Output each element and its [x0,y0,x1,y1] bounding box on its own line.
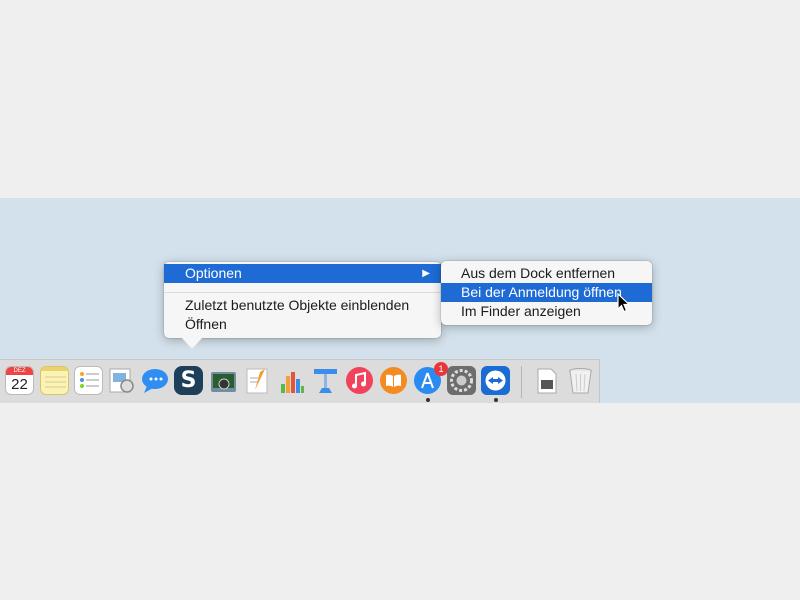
trash-icon[interactable] [566,366,595,395]
mouse-cursor-icon [617,293,631,313]
menu-item-label: Öffnen [185,316,227,332]
menu-item-open[interactable]: Öffnen [164,315,441,334]
pages-icon[interactable] [243,366,272,395]
teamviewer-icon[interactable] [481,366,510,395]
messages-icon[interactable] [141,366,170,395]
numbers-icon[interactable] [277,366,306,395]
dock-context-menu: Optionen ▶ Zuletzt benutzte Objekte einb… [164,262,441,338]
downloads-icon[interactable] [532,366,561,395]
dock-separator [521,366,522,398]
notes-icon[interactable] [40,366,69,395]
calendar-icon[interactable]: DEZ 22 [5,366,34,395]
ibooks-icon[interactable] [379,366,408,395]
itunes-icon[interactable] [345,366,374,395]
system-preferences-icon[interactable] [447,366,476,395]
menu-item-optionen[interactable]: Optionen ▶ [164,264,441,283]
skype-icon[interactable]: S [174,366,203,395]
calendar-day: 22 [11,376,28,393]
keynote-icon[interactable] [311,366,340,395]
image-capture-icon[interactable] [209,366,238,395]
menu-item-label: Optionen [185,265,242,281]
menu-item-recent-objects[interactable]: Zuletzt benutzte Objekte einblenden [164,296,441,315]
submenu-item-remove-from-dock[interactable]: Aus dem Dock entfernen [441,264,652,283]
app-store-icon[interactable]: 1 [413,362,448,395]
reminders-icon[interactable] [74,366,103,395]
menu-pointer-arrow [181,337,203,349]
preview-icon[interactable] [107,366,136,395]
dock: DEZ 22 S 1 [0,359,600,403]
submenu-arrow-icon: ▶ [422,268,430,279]
menu-separator [164,292,441,293]
calendar-month: DEZ [6,367,33,375]
menu-item-label: Im Finder anzeigen [461,303,581,319]
running-indicator [426,398,430,402]
menu-item-label: Aus dem Dock entfernen [461,265,616,281]
menu-item-label: Bei der Anmeldung öffnen [461,284,622,300]
menu-item-label: Zuletzt benutzte Objekte einblenden [185,297,410,313]
running-indicator [494,398,498,402]
notification-badge: 1 [434,362,448,376]
